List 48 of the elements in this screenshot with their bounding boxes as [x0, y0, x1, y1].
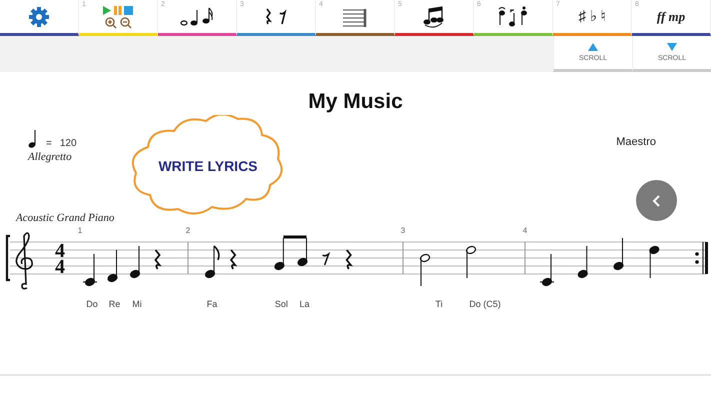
quarter-rest [346, 249, 352, 270]
tempo-equals: = [46, 138, 52, 149]
quarter-rest [230, 249, 236, 270]
measure-number: 3 [400, 226, 406, 235]
lyric: La [300, 299, 310, 309]
toolbar-tab[interactable] [0, 0, 79, 36]
tempo-value: 120 [60, 138, 77, 149]
lyric: Do [86, 299, 98, 309]
quarter-note [540, 254, 554, 286]
quarter-rest [154, 249, 160, 270]
back-button[interactable] [636, 180, 677, 221]
quarter-note-icon [28, 129, 38, 149]
quarter-note [578, 246, 588, 278]
time-signature-denominator: 4 [55, 256, 65, 278]
instrument-name: Acoustic Grand Piano [16, 212, 114, 224]
measure-number: 2 [186, 226, 190, 235]
down-arrow-icon [667, 43, 677, 51]
eighth-rest [322, 253, 330, 266]
articulations-icon [496, 4, 530, 28]
lyric: Re [108, 299, 120, 309]
lyric: Fa [206, 299, 218, 309]
staff-bracket [6, 234, 10, 282]
notes-icon [179, 6, 215, 28]
lyric: Do (C5) [469, 299, 501, 309]
measure-number: 4 [522, 226, 528, 235]
score-title: My Music [307, 89, 404, 115]
staff-icon [342, 6, 368, 26]
eighth-note [204, 245, 220, 278]
lyric: Sol [274, 299, 288, 309]
quarter-note [613, 238, 624, 270]
beamed-notes-icon [422, 6, 446, 28]
measure-number: 1 [78, 226, 82, 235]
quarter-note [82, 254, 98, 286]
half-note [420, 254, 430, 286]
treble-clef [16, 232, 33, 290]
beamed-eighth-notes [274, 236, 308, 270]
playback-zoom-icons-drawing [101, 4, 135, 28]
quarter-note [130, 246, 140, 278]
chevron-left-icon [652, 194, 662, 206]
lyric: Mi [132, 299, 142, 309]
up-arrow-icon [588, 43, 598, 51]
lyric: Ti [435, 299, 443, 309]
settings-icon [28, 6, 50, 28]
quarter-note [649, 246, 660, 278]
half-note [466, 246, 476, 278]
quarter-note [107, 250, 118, 282]
composer-name: Maestro [616, 136, 656, 150]
tempo-marking: Allegretto [28, 151, 73, 163]
